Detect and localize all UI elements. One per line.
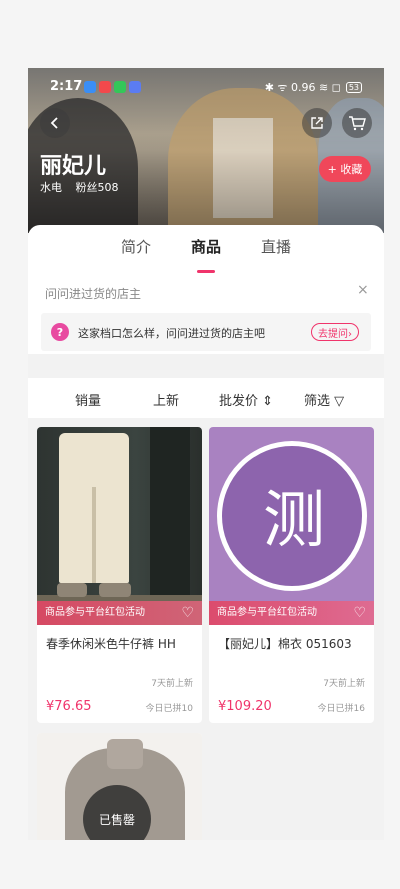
heart-icon[interactable]: ♡: [181, 601, 194, 625]
promo-banner: 商品参与平台红包活动 ♡: [209, 601, 374, 625]
shop-name: 丽妃儿: [40, 154, 107, 179]
system-icons: ✱ ᯤ 0.96 ≋ ◻: [264, 81, 341, 94]
product-sold-count: 今日已拼16: [317, 704, 365, 714]
sort-new[interactable]: 上新: [153, 390, 179, 409]
app-notification-icon: [129, 81, 141, 93]
question-icon: ?: [51, 323, 69, 341]
product-new-time: 7天前上新: [323, 679, 365, 689]
image-shoe: [57, 583, 87, 597]
sort-price[interactable]: 批发价 ⇕: [219, 390, 273, 409]
chevron-left-icon: [50, 117, 58, 129]
status-time: 2:17: [50, 79, 83, 94]
heart-icon[interactable]: ♡: [353, 601, 366, 625]
tab-live[interactable]: 直播: [261, 236, 291, 257]
product-image[interactable]: 测: [209, 427, 374, 625]
shop-fans: 粉丝508: [75, 181, 119, 194]
shop-header: 2:17 ✱ ᯤ 0.96 ≋ ◻ 53 丽妃儿 水电 粉丝508 + 收藏: [28, 68, 384, 233]
app-notification-icon: [99, 81, 111, 93]
app-notification-icon: [114, 81, 126, 93]
image-sweater-neck: [107, 739, 143, 769]
app-screen: 2:17 ✱ ᯤ 0.96 ≋ ◻ 53 丽妃儿 水电 粉丝508 + 收藏 简…: [28, 68, 384, 840]
ask-text: 这家档口怎么样，问问进过货的店主吧: [78, 327, 265, 340]
promo-banner: 商品参与平台红包活动 ♡: [37, 601, 202, 625]
app-notification-icon: [84, 81, 96, 93]
tab-goods[interactable]: 商品: [191, 236, 221, 257]
share-icon: [311, 117, 323, 129]
tab-intro[interactable]: 简介: [121, 236, 151, 257]
battery-icon: 53: [345, 82, 362, 93]
image-shoe: [99, 583, 131, 597]
ask-title: 问问进过货的店主: [45, 287, 142, 301]
notification-icons: [84, 81, 141, 93]
product-new-time: 7天前上新: [151, 679, 193, 689]
cart-button[interactable]: [342, 108, 372, 138]
follow-button[interactable]: + 收藏: [319, 156, 371, 182]
image-jeans-seam: [92, 487, 96, 583]
product-card[interactable]: 商品参与平台红包活动 ♡ 春季休闲米色牛仔裤 HH 7天前上新 ¥76.65 今…: [37, 427, 202, 723]
image-glyph: 测: [262, 483, 325, 556]
sort-sales[interactable]: 销量: [75, 390, 101, 409]
status-bar: 2:17 ✱ ᯤ 0.96 ≋ ◻ 53: [28, 78, 384, 98]
ask-banner: ? 这家档口怎么样，问问进过货的店主吧 去提问›: [41, 313, 371, 351]
product-title: 【丽妃儿】棉衣 051603: [218, 637, 352, 651]
ask-button[interactable]: 去提问›: [311, 323, 359, 341]
tab-bar: 简介 商品 直播: [28, 236, 384, 273]
share-button[interactable]: [302, 108, 332, 138]
product-price: ¥76.65: [46, 699, 92, 714]
product-sold-count: 今日已拼10: [145, 704, 193, 714]
sort-filter[interactable]: 筛选 ▽: [304, 390, 344, 409]
product-title: 春季休闲米色牛仔裤 HH: [46, 637, 176, 651]
system-status-icons: ✱ ᯤ 0.96 ≋ ◻ 53: [265, 80, 362, 95]
shop-location: 水电: [40, 181, 62, 194]
close-icon[interactable]: ×: [357, 282, 369, 298]
product-card[interactable]: 测 商品参与平台红包活动 ♡ 【丽妃儿】棉衣 051603 7天前上新 ¥109…: [209, 427, 374, 723]
product-price: ¥109.20: [218, 699, 272, 714]
product-card[interactable]: 已售罄: [37, 733, 202, 840]
shop-meta: 水电 粉丝508: [40, 179, 129, 195]
back-button[interactable]: [40, 108, 70, 138]
cart-icon: [349, 116, 366, 131]
promo-text: 商品参与平台红包活动: [45, 607, 145, 618]
product-image[interactable]: 已售罄: [37, 733, 202, 840]
sort-bar: 销量 上新 批发价 ⇕ 筛选 ▽: [28, 378, 384, 418]
promo-text: 商品参与平台红包活动: [217, 607, 317, 618]
active-tab-indicator: [197, 270, 215, 273]
shop-tabs-card: 简介 商品 直播 问问进过货的店主 × ? 这家档口怎么样，问问进过货的店主吧 …: [28, 225, 384, 354]
product-image[interactable]: [37, 427, 202, 625]
